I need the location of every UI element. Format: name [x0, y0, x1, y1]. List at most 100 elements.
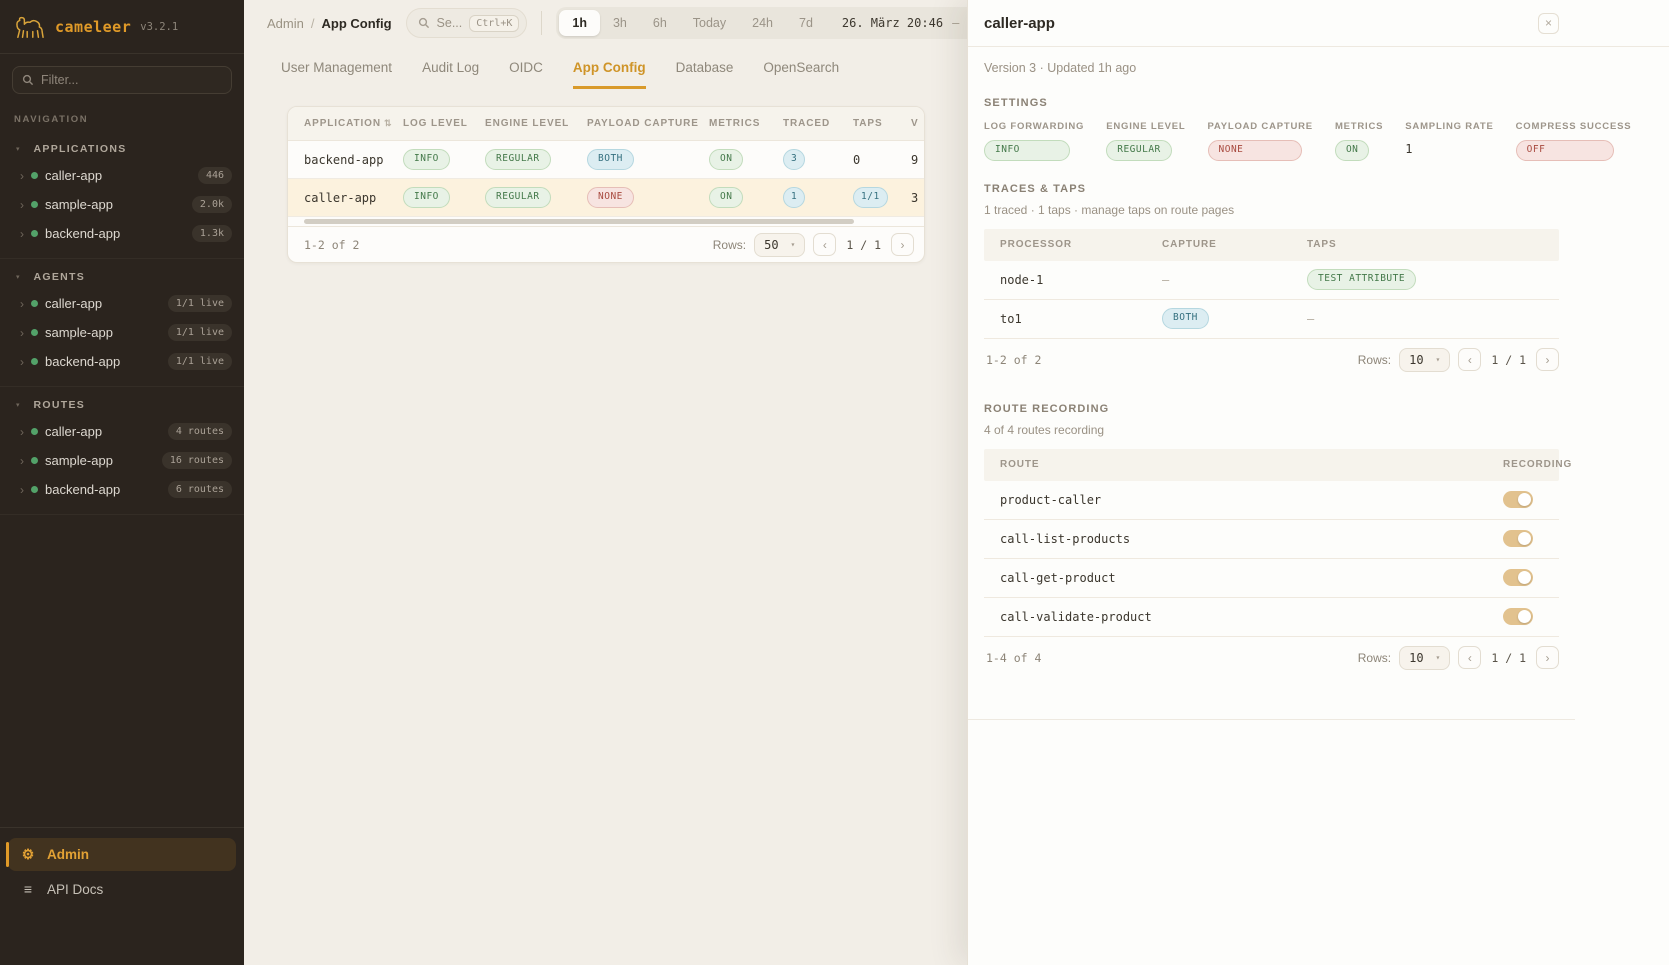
- column-taps[interactable]: TAPS: [853, 118, 911, 129]
- sidebar-item-admin[interactable]: ⚙ Admin: [8, 838, 236, 871]
- sidebar-item-routes-caller-app[interactable]: › caller-app 4 routes: [0, 417, 244, 446]
- column-payload-capture[interactable]: PAYLOAD CAPTURE: [587, 118, 709, 129]
- traced-badge: 1: [783, 187, 805, 208]
- field-metrics: METRICS ON: [1335, 121, 1383, 161]
- cell-version: 9: [911, 153, 925, 167]
- status-dot-icon: [31, 457, 38, 464]
- page-indicator: 1 / 1: [844, 238, 883, 252]
- route-row-call-list-products[interactable]: call-list-products: [984, 520, 1559, 559]
- traces-heading: TRACES & TAPS: [984, 183, 1559, 195]
- status-dot-icon: [31, 428, 38, 435]
- panel-section-divider: [968, 719, 1575, 720]
- time-range-7d[interactable]: 7d: [786, 10, 826, 36]
- rows-per-page-select[interactable]: 10 ▾: [1399, 646, 1450, 670]
- group-header[interactable]: ▾ ROUTES: [0, 393, 244, 417]
- sidebar-item-agents-sample-app[interactable]: › sample-app 1/1 live: [0, 318, 244, 347]
- trace-row-node-1[interactable]: node-1 — TEST ATTRIBUTE: [984, 261, 1559, 300]
- prev-page-button[interactable]: ‹: [1458, 348, 1481, 371]
- sidebar-filter[interactable]: [12, 66, 232, 94]
- recording-toggle[interactable]: [1503, 491, 1533, 508]
- field-compress-success: COMPRESS SUCCESS OFF: [1516, 121, 1632, 161]
- time-range-3h[interactable]: 3h: [600, 10, 640, 36]
- group-header[interactable]: ▾ AGENTS: [0, 265, 244, 289]
- traces-header-row: PROCESSOR CAPTURE TAPS: [984, 229, 1559, 261]
- next-page-button[interactable]: ›: [891, 233, 914, 256]
- table-row-backend-app[interactable]: backend-app INFO REGULAR BOTH ON 3 0 9: [288, 141, 924, 179]
- route-row-product-caller[interactable]: product-caller: [984, 481, 1559, 520]
- column-version[interactable]: V: [911, 118, 925, 129]
- caret-down-icon: ▾: [791, 240, 796, 249]
- rows-per-page-select[interactable]: 50 ▾: [754, 233, 805, 257]
- global-search[interactable]: Se... Ctrl+K: [406, 8, 528, 38]
- sidebar-item-api-docs[interactable]: ≡ API Docs: [8, 873, 236, 905]
- next-page-button[interactable]: ›: [1536, 646, 1559, 669]
- time-range-6h[interactable]: 6h: [640, 10, 680, 36]
- column-application[interactable]: APPLICATION⇅: [288, 118, 403, 129]
- column-metrics[interactable]: METRICS: [709, 118, 783, 129]
- collapse-icon: ▾: [16, 274, 20, 281]
- taps-badge: 1/1: [853, 187, 888, 208]
- engine-level-badge: REGULAR: [485, 187, 551, 208]
- item-badge: 446: [198, 167, 232, 184]
- nav-group-agents: ▾ AGENTS › caller-app 1/1 live › sample-…: [0, 259, 244, 387]
- tab-database[interactable]: Database: [676, 60, 734, 89]
- chevron-right-icon: ›: [20, 484, 24, 496]
- field-log-forwarding: LOG FORWARDING INFO: [984, 121, 1084, 161]
- log-level-badge: INFO: [403, 149, 450, 170]
- route-recording-table: ROUTE RECORDING product-caller call-list…: [984, 449, 1559, 679]
- sidebar-item-agents-backend-app[interactable]: › backend-app 1/1 live: [0, 347, 244, 376]
- prev-page-button[interactable]: ‹: [813, 233, 836, 256]
- topbar-divider: [541, 11, 542, 35]
- breadcrumb-separator: /: [311, 16, 315, 31]
- time-range-1h[interactable]: 1h: [559, 10, 600, 36]
- item-badge: 1/1 live: [168, 353, 232, 370]
- app-config-table: APPLICATION⇅ LOG LEVEL ENGINE LEVEL PAYL…: [287, 106, 925, 263]
- cell-application: caller-app: [288, 191, 403, 205]
- table-row-caller-app[interactable]: caller-app INFO REGULAR NONE ON 1 1/1 3: [288, 179, 924, 217]
- sidebar-item-applications-caller-app[interactable]: › caller-app 446: [0, 161, 244, 190]
- recording-toggle[interactable]: [1503, 569, 1533, 586]
- item-badge: 1.3k: [192, 225, 232, 242]
- tab-oidc[interactable]: OIDC: [509, 60, 543, 89]
- filter-input[interactable]: [41, 73, 222, 87]
- tab-opensearch[interactable]: OpenSearch: [763, 60, 839, 89]
- column-engine-level[interactable]: ENGINE LEVEL: [485, 118, 587, 129]
- sidebar-item-routes-backend-app[interactable]: › backend-app 6 routes: [0, 475, 244, 504]
- sidebar-item-applications-sample-app[interactable]: › sample-app 2.0k: [0, 190, 244, 219]
- route-row-call-get-product[interactable]: call-get-product: [984, 559, 1559, 598]
- prev-page-button[interactable]: ‹: [1458, 646, 1481, 669]
- cell-version: 3: [911, 191, 925, 205]
- tab-app-config[interactable]: App Config: [573, 60, 646, 89]
- caret-down-icon: ▾: [1436, 653, 1441, 662]
- traces-footer: 1-2 of 2 Rows: 10 ▾ ‹ 1 / 1 ›: [984, 339, 1559, 381]
- tab-user-management[interactable]: User Management: [281, 60, 392, 89]
- row-range-text: 1-2 of 2: [986, 353, 1041, 367]
- sidebar-item-routes-sample-app[interactable]: › sample-app 16 routes: [0, 446, 244, 475]
- payload-capture-badge: BOTH: [587, 149, 634, 170]
- nav-group-applications: ▾ APPLICATIONS › caller-app 446 › sample…: [0, 131, 244, 259]
- item-badge: 1/1 live: [168, 295, 232, 312]
- route-row-call-validate-product[interactable]: call-validate-product: [984, 598, 1559, 637]
- recording-toggle[interactable]: [1503, 608, 1533, 625]
- sidebar-item-applications-backend-app[interactable]: › backend-app 1.3k: [0, 219, 244, 248]
- table-footer: 1-2 of 2 Rows: 50 ▾ ‹ 1 / 1 ›: [288, 226, 924, 262]
- column-log-level[interactable]: LOG LEVEL: [403, 118, 485, 129]
- rows-per-page-select[interactable]: 10 ▾: [1399, 348, 1450, 372]
- status-dot-icon: [31, 172, 38, 179]
- time-range-24h[interactable]: 24h: [739, 10, 786, 36]
- item-label: backend-app: [45, 482, 120, 497]
- taps-value: —: [1307, 312, 1559, 326]
- next-page-button[interactable]: ›: [1536, 348, 1559, 371]
- time-range-today[interactable]: Today: [680, 10, 739, 36]
- column-traced[interactable]: TRACED: [783, 118, 853, 129]
- sidebar-item-agents-caller-app[interactable]: › caller-app 1/1 live: [0, 289, 244, 318]
- status-dot-icon: [31, 486, 38, 493]
- rows-per-page-label: Rows:: [1358, 353, 1391, 367]
- close-icon[interactable]: ×: [1538, 13, 1559, 34]
- trace-row-to1[interactable]: to1 BOTH —: [984, 300, 1559, 339]
- breadcrumb-parent[interactable]: Admin: [267, 16, 304, 31]
- tab-audit-log[interactable]: Audit Log: [422, 60, 479, 89]
- group-header[interactable]: ▾ APPLICATIONS: [0, 137, 244, 161]
- recording-toggle[interactable]: [1503, 530, 1533, 547]
- horizontal-scrollbar[interactable]: [304, 219, 854, 224]
